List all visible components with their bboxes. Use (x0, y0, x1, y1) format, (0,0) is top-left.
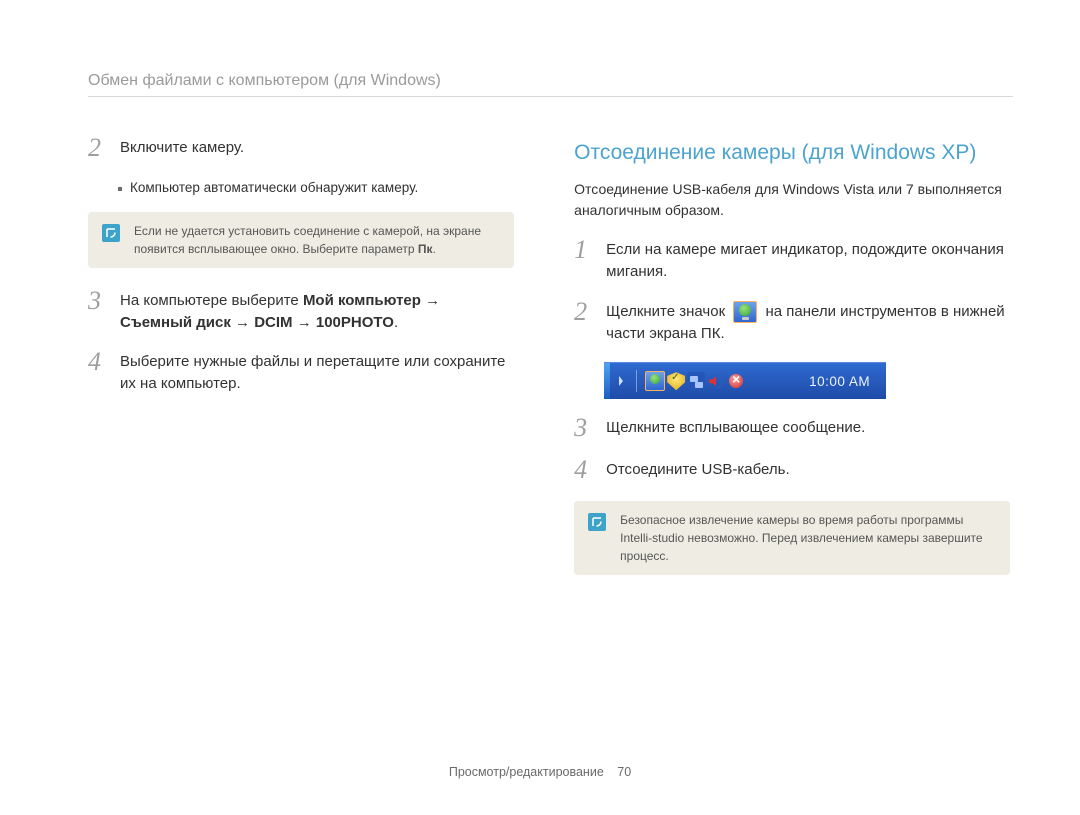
footer-section: Просмотр/редактирование (449, 765, 604, 779)
step-text: Щелкните всплывающее сообщение. (606, 417, 1010, 441)
xp-taskbar-tray: 10:00 AM (604, 362, 886, 399)
tray-edge (604, 363, 610, 399)
note-icon (588, 513, 606, 531)
bullet-dot-icon (118, 187, 122, 191)
tray-close-icon (727, 372, 745, 390)
tray-clock: 10:00 AM (809, 374, 886, 389)
tray-security-icon (667, 372, 685, 390)
step-number: 2 (574, 299, 600, 345)
step-number: 4 (88, 349, 114, 395)
note-icon (102, 224, 120, 242)
step-text: Щелкните значок на панели инструментов в… (606, 301, 1010, 345)
step-text: Выберите нужные файлы и перетащите или с… (120, 351, 514, 395)
step-number: 3 (574, 415, 600, 441)
step-2: 2 Включите камеру. (88, 137, 514, 161)
step-3: 3 Щелкните всплывающее сообщение. (574, 417, 1010, 441)
note-text: Если не удается установить соединение с … (134, 222, 500, 258)
tray-icons (643, 371, 747, 391)
step-1: 1 Если на камере мигает индикатор, подож… (574, 239, 1010, 283)
step-3: 3 На компьютере выберите Мой компьютер →… (88, 290, 514, 334)
manual-page: Обмен файлами с компьютером (для Windows… (0, 0, 1080, 815)
step-2: 2 Щелкните значок на панели инструментов… (574, 301, 1010, 345)
step-4: 4 Выберите нужные файлы и перетащите или… (88, 351, 514, 395)
step-number: 1 (574, 237, 600, 283)
section-heading: Отсоединение камеры (для Windows XP) (574, 141, 1010, 165)
page-number: 70 (617, 765, 631, 779)
bullet-text: Компьютер автоматически обнаружит камеру… (130, 179, 418, 198)
section-intro: Отсоединение USB-кабеля для Windows Vist… (574, 179, 1010, 221)
safe-remove-icon (733, 301, 757, 323)
tray-expand-icon (612, 363, 630, 399)
tray-safe-remove-icon (645, 371, 665, 391)
step-number: 3 (88, 288, 114, 334)
page-footer: Просмотр/редактирование 70 (0, 765, 1080, 779)
left-column: 2 Включите камеру. Компьютер автоматичес… (88, 137, 514, 597)
step-text: На компьютере выберите Мой компьютер → С… (120, 290, 514, 334)
step-2-bullet: Компьютер автоматически обнаружит камеру… (118, 179, 514, 198)
step-number: 2 (88, 135, 114, 161)
right-column: Отсоединение камеры (для Windows XP) Отс… (574, 137, 1010, 597)
note-text: Безопасное извлечение камеры во время ра… (620, 511, 996, 565)
step-4: 4 Отсоедините USB-кабель. (574, 459, 1010, 483)
step-text: Отсоедините USB-кабель. (606, 459, 1010, 483)
page-topic: Обмен файлами с компьютером (для Windows… (88, 72, 1013, 97)
tray-volume-icon (707, 372, 725, 390)
note-box: Если не удается установить соединение с … (88, 212, 514, 268)
step-text: Если на камере мигает индикатор, подожди… (606, 239, 1010, 283)
tray-separator-icon (636, 370, 637, 392)
step-number: 4 (574, 457, 600, 483)
note-box: Безопасное извлечение камеры во время ра… (574, 501, 1010, 575)
tray-network-icon (687, 372, 705, 390)
step-text: Включите камеру. (120, 137, 514, 161)
